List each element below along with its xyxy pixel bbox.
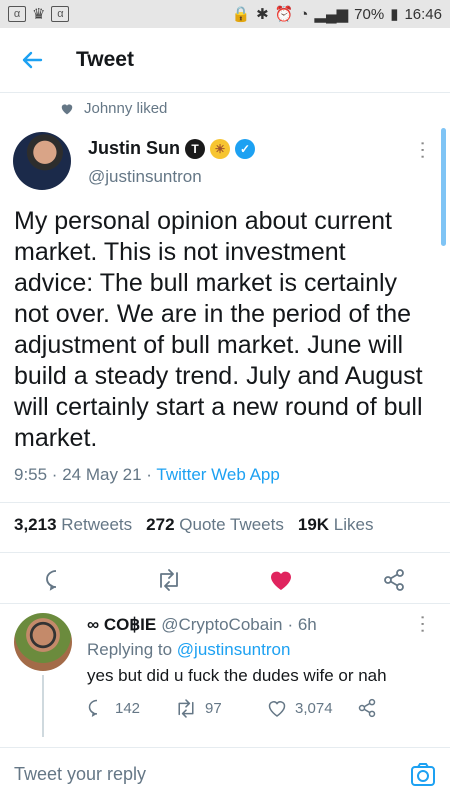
quotes-stat[interactable]: 272 Quote Tweets [146, 515, 284, 535]
alarm-icon: ⏰ [274, 6, 294, 23]
likes-stat[interactable]: 19K Likes [298, 515, 374, 535]
reply-button[interactable] [36, 564, 76, 596]
tweet-text: My personal opinion about current market… [14, 207, 430, 452]
back-button[interactable] [2, 48, 62, 72]
reply-composer[interactable]: Tweet your reply [0, 747, 450, 801]
tweet-meta: 9:55 · 24 May 21 · Twitter Web App [14, 465, 280, 485]
tweet-timestamp: 9:55 · 24 May 21 · [14, 465, 157, 484]
author-avatar[interactable] [13, 132, 71, 190]
reply-share-button[interactable] [357, 698, 377, 718]
arrow-left-icon [22, 51, 43, 69]
alpha-notification-icon: α [51, 6, 70, 22]
tweet-actions [0, 560, 450, 600]
heart-filled-icon [271, 571, 292, 590]
reply-reply-button[interactable]: 142 [87, 698, 175, 718]
reply-avatar[interactable] [14, 613, 72, 671]
reply-age: · 6h [287, 615, 317, 634]
replying-to-prefix: Replying to [87, 640, 177, 659]
reply-author-name[interactable]: ∞ CO฿IE [87, 615, 156, 635]
reply-replies-count: 142 [115, 699, 141, 717]
quotes-count: 272 [146, 515, 175, 534]
divider [0, 552, 450, 553]
social-context: Johnny liked [60, 100, 167, 117]
reply-header: ∞ CO฿IE @CryptoCobain · 6h [87, 615, 317, 635]
quotes-label: Quote Tweets [179, 515, 284, 534]
retweet-button[interactable] [149, 564, 189, 596]
reply-handle[interactable]: @CryptoCobain [161, 615, 282, 635]
bluetooth-icon: ✱ [256, 6, 269, 23]
retweets-stat[interactable]: 3,213 Retweets [14, 515, 132, 535]
reply-retweet-button[interactable]: 97 [175, 698, 267, 718]
status-bar: α ♛ α 🔒 ✱ ⏰ ◔ ▂▄▆ 70% ▮ 16:46 [0, 0, 450, 28]
thread-line [42, 675, 44, 737]
battery-icon: ▮ [390, 6, 399, 23]
lock-icon: 🔒 [231, 6, 251, 23]
reply-more-options-icon[interactable]: ··· [411, 614, 434, 634]
divider [0, 502, 450, 503]
camera-icon[interactable] [410, 762, 436, 788]
social-context-label: Johnny liked [84, 100, 168, 117]
reply-retweets-count: 97 [205, 699, 222, 717]
share-icon [383, 569, 404, 591]
status-left-icons: α ♛ α [8, 5, 70, 23]
signal-icon: ▂▄▆ [314, 6, 349, 23]
tron-emoji-icon: T [185, 138, 206, 159]
retweet-icon [159, 569, 178, 591]
page-title: Tweet [76, 48, 134, 71]
likes-label: Likes [333, 515, 374, 534]
more-options-icon[interactable]: ··· [411, 140, 434, 160]
divider [0, 603, 450, 604]
tweet-stats: 3,213 Retweets 272 Quote Tweets 19K Like… [14, 515, 373, 535]
battery-percent: 70% [354, 5, 385, 23]
share-icon [358, 698, 376, 718]
replying-to: Replying to @justinsuntron [87, 640, 290, 660]
author-name: Justin Sun [88, 138, 181, 158]
retweets-label: Retweets [61, 515, 133, 534]
wifi-icon: ◔ [299, 5, 309, 23]
verified-badge-icon: ✓ [235, 138, 256, 159]
sun-emoji-icon: ☀ [210, 138, 231, 159]
reply-icon [88, 699, 98, 717]
crown-icon: ♛ [32, 6, 46, 23]
retweets-count: 3,213 [14, 515, 57, 534]
clock: 16:46 [404, 5, 442, 23]
reply-icon [46, 570, 57, 591]
likes-count: 19K [297, 515, 330, 534]
retweet-icon [178, 698, 194, 718]
reply-actions: 142 97 3,074 [87, 696, 377, 720]
reply-like-button[interactable]: 3,074 [267, 699, 357, 718]
like-button[interactable] [261, 564, 301, 596]
status-right: 🔒 ✱ ⏰ ◔ ▂▄▆ 70% ▮ 16:46 [231, 5, 442, 24]
alpha-notification-icon: α [8, 6, 26, 22]
heart-icon [61, 104, 73, 115]
reply-input-placeholder[interactable]: Tweet your reply [14, 764, 410, 785]
app-bar: Tweet [0, 28, 450, 93]
reply-likes-count: 3,074 [295, 699, 333, 717]
replying-to-mention[interactable]: @justinsuntron [177, 640, 291, 659]
reply-text: yes but did u fuck the dudes wife or nah [87, 666, 387, 685]
share-button[interactable] [374, 564, 414, 596]
heart-icon [268, 700, 286, 717]
author-handle[interactable]: @justinsuntron [88, 167, 202, 187]
scrollbar[interactable] [441, 128, 446, 246]
author-name-row[interactable]: Justin Sun T ☀ ✓ [88, 138, 256, 159]
tweet-source-link[interactable]: Twitter Web App [156, 465, 279, 484]
